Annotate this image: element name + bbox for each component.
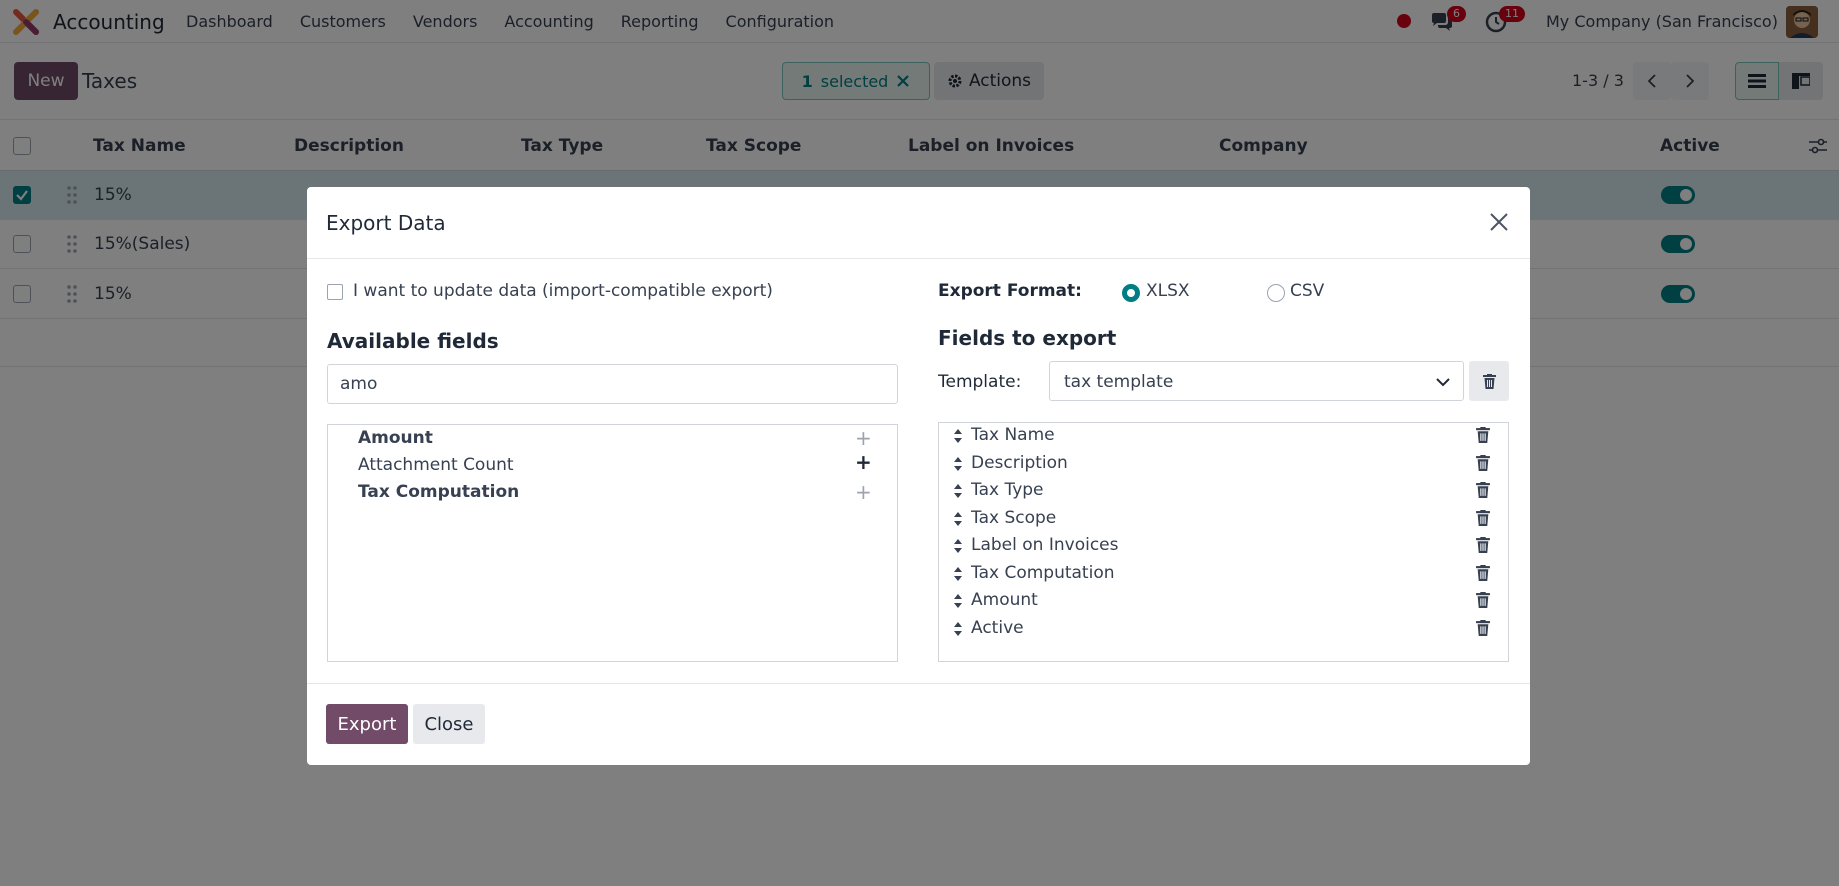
export-format-label: Export Format: bbox=[938, 281, 1082, 301]
trash-icon[interactable] bbox=[1476, 455, 1490, 471]
sort-handle-icon[interactable] bbox=[953, 428, 963, 444]
export-field-item[interactable]: Tax Name bbox=[953, 425, 1498, 449]
sort-handle-icon[interactable] bbox=[953, 593, 963, 609]
export-field-label: Tax Computation bbox=[971, 563, 1115, 583]
trash-icon[interactable] bbox=[1476, 482, 1490, 498]
add-field-plus-icon[interactable]: + bbox=[855, 428, 872, 448]
export-field-label: Tax Type bbox=[971, 480, 1044, 500]
format-xlsx-radio[interactable] bbox=[1122, 284, 1140, 302]
export-field-label: Active bbox=[971, 618, 1024, 638]
available-fields-list: Amount + Attachment Count + Tax Computat… bbox=[327, 424, 898, 662]
export-field-item[interactable]: Tax Scope bbox=[953, 508, 1498, 532]
close-button[interactable]: Close bbox=[413, 704, 485, 744]
field-search-input[interactable] bbox=[327, 364, 898, 404]
import-compatible-checkbox[interactable] bbox=[327, 284, 343, 300]
add-field-plus-icon[interactable]: + bbox=[855, 452, 872, 472]
dialog-header: Export Data bbox=[307, 187, 1530, 259]
sort-handle-icon[interactable] bbox=[953, 511, 963, 527]
dialog-body: I want to update data (import-compatible… bbox=[307, 259, 1530, 683]
export-data-dialog: Export Data I want to update data (impor… bbox=[307, 187, 1530, 765]
sort-handle-icon[interactable] bbox=[953, 483, 963, 499]
delete-template-button[interactable] bbox=[1469, 361, 1509, 401]
export-field-item[interactable]: Amount bbox=[953, 590, 1498, 614]
chevron-down-icon bbox=[1436, 378, 1450, 387]
fields-to-export-title: Fields to export bbox=[938, 326, 1117, 350]
available-fields-title: Available fields bbox=[327, 329, 499, 353]
trash-icon[interactable] bbox=[1476, 537, 1490, 553]
trash-icon[interactable] bbox=[1476, 427, 1490, 443]
export-field-label: Tax Scope bbox=[971, 508, 1057, 528]
trash-icon bbox=[1482, 373, 1496, 389]
available-field-tax-computation[interactable]: Tax Computation bbox=[358, 482, 519, 502]
sort-handle-icon[interactable] bbox=[953, 621, 963, 637]
add-field-plus-icon[interactable]: + bbox=[855, 482, 872, 502]
export-field-label: Label on Invoices bbox=[971, 535, 1119, 555]
export-field-label: Tax Name bbox=[971, 425, 1055, 445]
format-csv-label[interactable]: CSV bbox=[1290, 281, 1324, 301]
export-field-label: Description bbox=[971, 453, 1068, 473]
sort-handle-icon[interactable] bbox=[953, 538, 963, 554]
sort-handle-icon[interactable] bbox=[953, 456, 963, 472]
export-button[interactable]: Export bbox=[326, 704, 408, 744]
template-value: tax template bbox=[1064, 372, 1174, 392]
export-field-item[interactable]: Active bbox=[953, 618, 1498, 642]
close-icon[interactable] bbox=[1488, 211, 1510, 233]
export-field-item[interactable]: Tax Type bbox=[953, 480, 1498, 504]
format-csv-radio[interactable] bbox=[1267, 284, 1285, 302]
export-field-item[interactable]: Label on Invoices bbox=[953, 535, 1498, 559]
dialog-footer: Export Close bbox=[307, 683, 1530, 765]
template-label: Template: bbox=[938, 372, 1022, 392]
fields-to-export-list: Tax Name Description Tax Type Tax Scope bbox=[938, 422, 1509, 662]
available-field-attachment-count[interactable]: Attachment Count bbox=[358, 455, 514, 475]
trash-icon[interactable] bbox=[1476, 620, 1490, 636]
export-field-label: Amount bbox=[971, 590, 1038, 610]
sort-handle-icon[interactable] bbox=[953, 566, 963, 582]
template-select[interactable]: tax template bbox=[1049, 361, 1464, 401]
trash-icon[interactable] bbox=[1476, 510, 1490, 526]
dialog-title: Export Data bbox=[326, 211, 446, 235]
export-field-item[interactable]: Tax Computation bbox=[953, 563, 1498, 587]
format-xlsx-label[interactable]: XLSX bbox=[1146, 281, 1190, 301]
export-field-item[interactable]: Description bbox=[953, 453, 1498, 477]
trash-icon[interactable] bbox=[1476, 592, 1490, 608]
import-compatible-label[interactable]: I want to update data (import-compatible… bbox=[353, 281, 773, 301]
available-field-amount[interactable]: Amount bbox=[358, 428, 433, 448]
trash-icon[interactable] bbox=[1476, 565, 1490, 581]
